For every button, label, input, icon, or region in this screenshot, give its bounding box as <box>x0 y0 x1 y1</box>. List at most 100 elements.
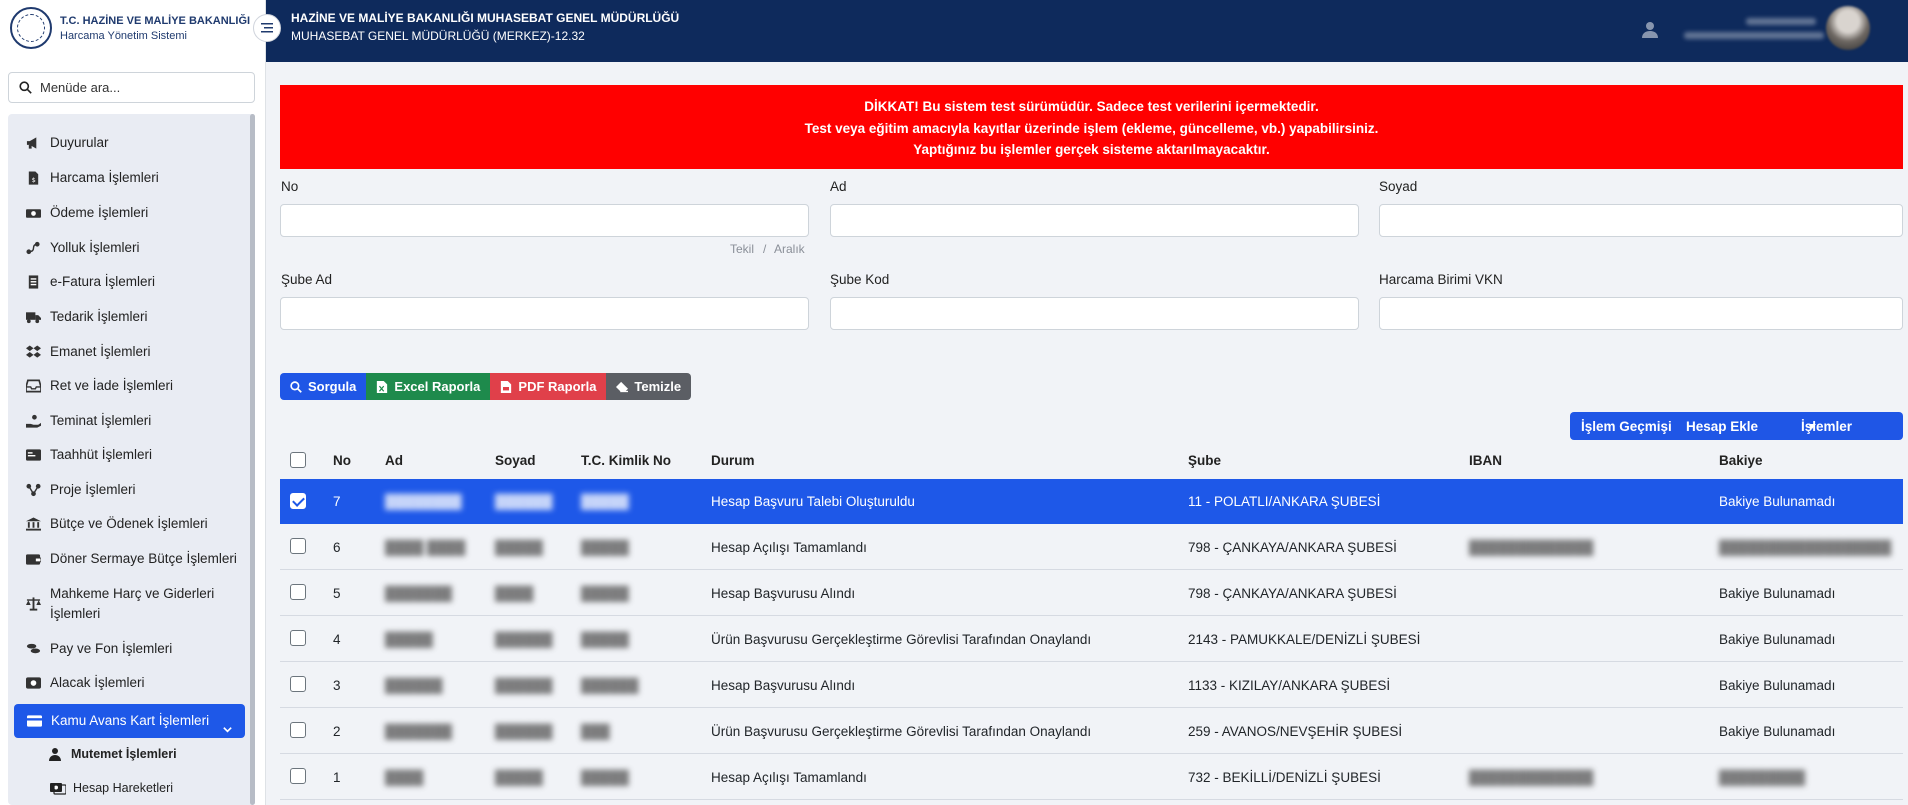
wallet-icon <box>25 552 41 566</box>
sidebar-item-efatura[interactable]: e-Fatura İşlemleri <box>8 274 255 289</box>
select-all-header[interactable] <box>290 442 306 478</box>
soyad-input[interactable] <box>1379 204 1903 237</box>
sidebar-item-proje[interactable]: Proje İşlemleri <box>8 482 255 497</box>
user-settings-icon[interactable] <box>1642 20 1664 38</box>
sidebar-item-taahhut[interactable]: Taahhüt İşlemleri <box>8 447 255 462</box>
row-checkbox[interactable] <box>290 676 306 692</box>
table-row[interactable]: 3 ██████ ██████ ██████ Hesap Başvurusu A… <box>280 662 1903 708</box>
row-tckn-redacted: ███ <box>581 723 610 739</box>
no-hint-aralik[interactable]: Aralık <box>774 242 805 256</box>
sidebar-item-label: Ödeme İşlemleri <box>50 205 149 220</box>
row-checkbox[interactable] <box>290 722 306 738</box>
row-soyad-redacted: ██████ <box>495 631 553 647</box>
pdf-report-button[interactable]: PDF Raporla <box>490 373 607 400</box>
row-sube: 2143 - PAMUKKALE/DENİZLİ ŞUBESİ <box>1188 631 1421 647</box>
table-row[interactable]: 6 ████ ████ █████ █████ Hesap Açılışı Ta… <box>280 524 1903 570</box>
brand[interactable]: T.C. HAZİNE VE MALİYE BAKANLIĞI Harcama … <box>0 0 265 56</box>
sidebar-item-label: Teminat İşlemleri <box>50 413 152 428</box>
table-row[interactable]: 5 ███████ ████ █████ Hesap Başvurusu Alı… <box>280 570 1903 616</box>
sidebar-item-duyurular[interactable]: Duyurular <box>8 135 255 150</box>
sidebar-item-ret-iade[interactable]: Ret ve İade İşlemleri <box>8 378 255 393</box>
pdf-report-label: PDF Raporla <box>518 379 597 394</box>
col-header-sube[interactable]: Şube <box>1188 442 1221 478</box>
top-bar: HAZİNE VE MALİYE BAKANLIĞI MUHASEBAT GEN… <box>266 0 1908 62</box>
row-checkbox[interactable] <box>290 630 306 646</box>
sidebar-item-emanet[interactable]: Emanet İşlemleri <box>8 344 255 359</box>
sube-kod-input[interactable] <box>830 297 1359 330</box>
col-header-ad[interactable]: Ad <box>385 442 403 478</box>
col-header-tckn[interactable]: T.C. Kimlik No <box>581 442 671 478</box>
card-icon <box>25 448 41 462</box>
sidebar-subitem-label: Hesap Hareketleri <box>73 781 174 795</box>
credit-card-icon <box>26 714 42 728</box>
excel-report-label: Excel Raporla <box>394 379 481 394</box>
brand-subtitle: Harcama Yönetim Sistemi <box>60 29 187 42</box>
sidebar-item-label: Bütçe ve Ödenek İşlemleri <box>50 516 208 531</box>
row-soyad-redacted: █████ <box>495 539 543 555</box>
row-bakiye-redacted: █████████ <box>1719 769 1806 785</box>
chevron-down-icon <box>222 714 233 748</box>
sidebar-toggle-button[interactable] <box>253 14 281 42</box>
islem-gecmisi-button[interactable]: İşlem Geçmişi <box>1581 419 1672 434</box>
col-header-soyad[interactable]: Soyad <box>495 442 536 478</box>
pdf-file-icon <box>501 380 512 393</box>
col-header-no[interactable]: No <box>333 442 351 478</box>
table-row[interactable]: 1 ████ █████ █████ Hesap Açılışı Tamamla… <box>280 754 1903 800</box>
sidebar-item-mahkeme[interactable]: Mahkeme Harç ve Giderleri İşlemleri <box>8 584 255 624</box>
row-soyad-redacted: █████ <box>495 769 543 785</box>
sidebar-item-yolluk[interactable]: Yolluk İşlemleri <box>8 240 255 255</box>
user-icon <box>48 747 64 761</box>
temizle-button[interactable]: Temizle <box>606 373 692 400</box>
table-row[interactable]: 7 ████████ ██████ █████ Hesap Başvuru Ta… <box>280 479 1903 524</box>
col-header-iban[interactable]: IBAN <box>1469 442 1502 478</box>
sidebar-subitem-mutemet[interactable]: Mutemet İşlemleri <box>48 747 177 761</box>
col-header-durum[interactable]: Durum <box>711 442 755 478</box>
row-checkbox[interactable] <box>290 493 306 509</box>
sidebar-item-pay-fon[interactable]: Pay ve Fon İşlemleri <box>8 641 255 656</box>
sidebar-item-tedarik[interactable]: Tedarik İşlemleri <box>8 309 255 324</box>
sidebar-item-label: Taahhüt İşlemleri <box>50 447 153 462</box>
islemler-dropdown[interactable]: İşlemler <box>1801 419 1852 434</box>
table-actions-bar: İşlem Geçmişi Hesap Ekle İşlemler <box>1570 412 1903 440</box>
avatar[interactable] <box>1826 6 1870 50</box>
row-checkbox[interactable] <box>290 768 306 784</box>
sorgula-button[interactable]: Sorgula <box>280 373 367 400</box>
table-row[interactable]: 4 █████ ██████ █████ Ürün Başvurusu Gerç… <box>280 616 1903 662</box>
sidebar-item-alacak[interactable]: Alacak İşlemleri <box>8 675 255 690</box>
no-hint-tekil[interactable]: Tekil <box>730 242 754 256</box>
sidebar-item-kamu-avans-kart[interactable]: Kamu Avans Kart İşlemleri <box>14 704 245 738</box>
excel-report-button[interactable]: Excel Raporla <box>366 373 491 400</box>
select-all-checkbox[interactable] <box>290 452 306 468</box>
sube-ad-input[interactable] <box>280 297 809 330</box>
row-checkbox[interactable] <box>290 538 306 554</box>
file-money-icon: $ <box>25 170 41 185</box>
sidebar-item-harcama[interactable]: $ Harcama İşlemleri <box>8 170 255 185</box>
ad-input[interactable] <box>830 204 1359 237</box>
user-info[interactable] <box>1674 14 1824 44</box>
test-warning-alert: DİKKAT! Bu sistem test sürümüdür. Sadece… <box>280 85 1903 169</box>
sidebar-item-butce[interactable]: Bütçe ve Ödenek İşlemleri <box>8 516 255 531</box>
vkn-input[interactable] <box>1379 297 1903 330</box>
row-bakiye: Bakiye Bulunamadı <box>1719 631 1836 647</box>
row-ad-redacted: ████ ████ <box>385 539 466 555</box>
cash-icon <box>25 206 41 220</box>
no-input[interactable] <box>280 204 809 237</box>
main-content: DİKKAT! Bu sistem test sürümüdür. Sadece… <box>266 62 1908 805</box>
row-no: 7 <box>333 494 341 509</box>
menu-search-input[interactable] <box>40 80 240 95</box>
row-checkbox[interactable] <box>290 584 306 600</box>
sidebar-subitem-hesap-hareketleri[interactable]: Hesap Hareketleri <box>50 781 173 795</box>
eraser-icon <box>616 381 629 392</box>
megaphone-icon <box>25 136 41 150</box>
menu-search[interactable] <box>8 72 255 103</box>
sidebar-item-label: Alacak İşlemleri <box>50 675 145 690</box>
sorgula-label: Sorgula <box>308 379 357 394</box>
table-row[interactable]: 2 ███████ ██████ ███ Ürün Başvurusu Gerç… <box>280 708 1903 754</box>
col-header-bakiye[interactable]: Bakiye <box>1719 442 1763 478</box>
hesap-ekle-button[interactable]: Hesap Ekle <box>1686 419 1758 434</box>
sidebar-item-odeme[interactable]: Ödeme İşlemleri <box>8 205 255 220</box>
sidebar-item-label: Tedarik İşlemleri <box>50 309 148 324</box>
scale-icon <box>25 597 41 611</box>
sidebar-item-teminat[interactable]: Teminat İşlemleri <box>8 413 255 428</box>
sidebar-item-doner-sermaye[interactable]: Döner Sermaye Bütçe İşlemleri <box>8 551 255 566</box>
